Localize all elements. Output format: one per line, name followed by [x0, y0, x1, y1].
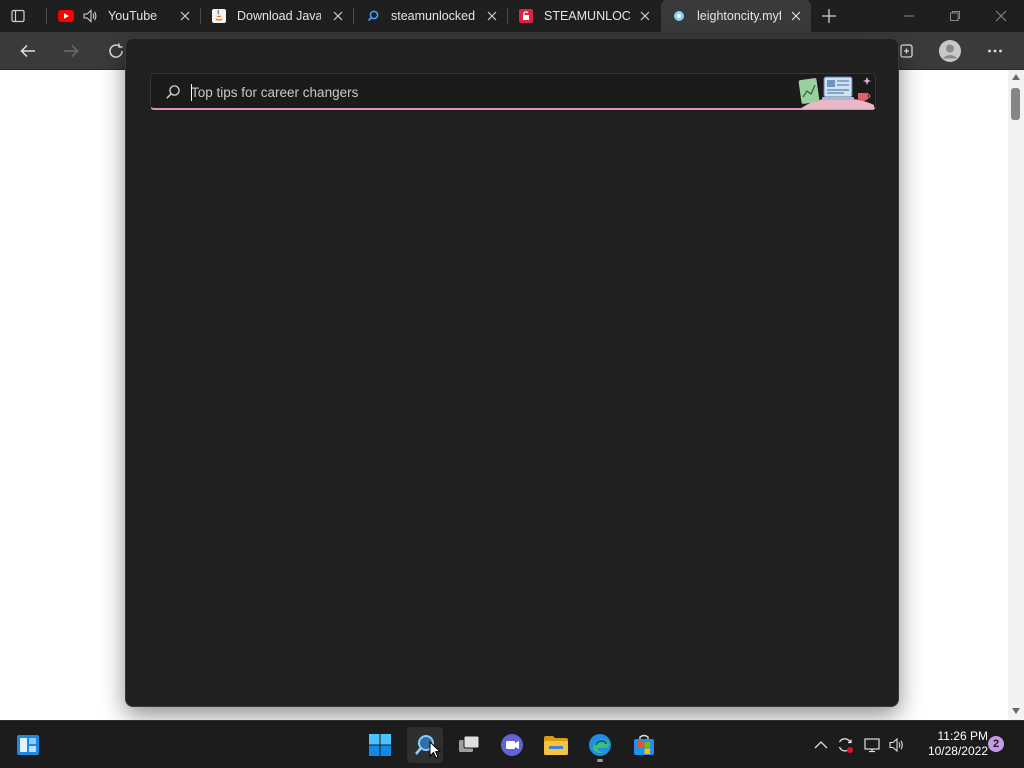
tab-title: leightoncity.myf — [697, 9, 781, 23]
scroll-down-arrow-icon[interactable] — [1012, 708, 1020, 714]
teams-chat-icon[interactable] — [494, 727, 530, 763]
clock-date: 10/28/2022 — [927, 744, 988, 758]
youtube-icon — [58, 8, 74, 24]
microsoft-store-icon[interactable] — [626, 727, 662, 763]
forward-arrow-icon[interactable] — [58, 39, 84, 63]
network-icon[interactable] — [861, 733, 883, 757]
widgets-icon[interactable] — [10, 727, 46, 763]
scroll-up-arrow-icon[interactable] — [1012, 74, 1020, 80]
close-tab-icon[interactable] — [789, 9, 803, 23]
system-clock[interactable]: 11:26 PM 10/28/2022 — [916, 729, 988, 759]
more-options-icon[interactable] — [982, 39, 1008, 63]
volume-icon[interactable] — [886, 733, 908, 757]
tab-actions-icon[interactable] — [10, 8, 26, 24]
clock-time: 11:26 PM — [937, 729, 988, 743]
close-tab-icon[interactable] — [331, 9, 345, 23]
search-icon — [165, 84, 181, 100]
tab-title: Download Java f — [237, 9, 321, 23]
close-window-icon[interactable] — [978, 0, 1024, 32]
search-highlight-illustration[interactable] — [796, 75, 874, 109]
windows-search-flyout — [125, 38, 899, 707]
restore-icon[interactable] — [932, 0, 978, 32]
tab-title: STEAMUNLOCKE — [544, 9, 630, 23]
scrollbar-thumb[interactable] — [1011, 88, 1020, 120]
tab-steamunlocked-search[interactable]: steamunlocked — [355, 0, 507, 32]
search-box[interactable] — [150, 73, 876, 110]
text-caret — [191, 84, 192, 101]
search-icon — [365, 8, 381, 24]
profile-avatar-icon[interactable] — [936, 39, 964, 63]
edge-browser-icon[interactable] — [582, 727, 618, 763]
tab-title: steamunlocked — [391, 9, 476, 23]
tab-separator — [353, 8, 354, 24]
tab-separator — [46, 8, 47, 24]
steamunlocked-icon — [518, 8, 534, 24]
speaker-icon[interactable] — [82, 8, 98, 24]
tab-title: YouTube — [108, 9, 158, 23]
file-explorer-icon[interactable] — [538, 727, 574, 763]
minimize-icon[interactable] — [886, 0, 932, 32]
browser-tab-strip: YouTube Download Java f steamunlocked ST… — [0, 0, 1024, 32]
tab-leightoncity[interactable]: leightoncity.myf — [661, 0, 811, 32]
running-indicator — [597, 759, 603, 762]
new-tab-icon[interactable] — [820, 7, 838, 25]
notification-count-badge[interactable]: 2 — [988, 736, 1004, 752]
page-scrollbar[interactable] — [1008, 70, 1024, 720]
close-tab-icon[interactable] — [638, 9, 652, 23]
close-tab-icon[interactable] — [178, 9, 192, 23]
tab-download-java[interactable]: Download Java f — [201, 0, 353, 32]
java-icon — [211, 8, 227, 24]
tab-youtube[interactable]: YouTube — [48, 0, 200, 32]
close-tab-icon[interactable] — [485, 9, 499, 23]
search-input[interactable] — [191, 80, 791, 104]
start-icon[interactable] — [362, 727, 398, 763]
update-sync-icon[interactable] — [834, 733, 856, 757]
show-hidden-icons-chevron-up-icon[interactable] — [810, 733, 832, 757]
mouse-pointer-icon — [429, 741, 441, 759]
task-view-icon[interactable] — [451, 727, 487, 763]
windows-taskbar: 11:26 PM 10/28/2022 2 — [0, 720, 1024, 768]
tab-steamunlocked[interactable]: STEAMUNLOCKE — [508, 0, 660, 32]
site-icon — [671, 8, 687, 24]
back-arrow-icon[interactable] — [15, 39, 41, 63]
